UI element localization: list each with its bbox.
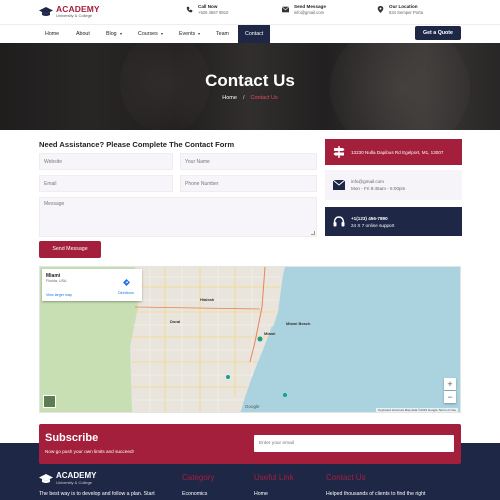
map-label-hialeah: Hialeah: [200, 297, 215, 302]
graduation-cap-icon: [39, 7, 53, 16]
nav-blog-label: Blog: [106, 31, 117, 37]
location-info: Our Location 634 Semper Porta: [377, 4, 423, 16]
directions-label: Directions: [118, 291, 134, 295]
message-textarea[interactable]: Message: [39, 197, 317, 237]
get-quote-button[interactable]: Get a Quote: [415, 26, 461, 40]
nav-events[interactable]: Events: [179, 25, 201, 44]
directions-button[interactable]: Directions: [116, 273, 136, 295]
breadcrumb: Home / Contact Us: [0, 95, 500, 101]
footer-category-item[interactable]: Economics: [182, 491, 207, 497]
address-card: 13230 Nulla Dapibus Rd Egelport, M1, 130…: [325, 139, 462, 165]
map-layer-toggle[interactable]: [43, 395, 56, 408]
chevron-down-icon: [119, 32, 122, 35]
page-title: Contact Us: [205, 71, 295, 90]
nav-about-label: About: [76, 31, 90, 37]
nav-about[interactable]: About: [76, 25, 90, 44]
footer-links-heading: Useful Link: [254, 473, 294, 482]
phone-icon: [186, 6, 193, 13]
location-icon: [377, 6, 384, 13]
send-message-button[interactable]: Send Message: [39, 241, 101, 258]
website-input[interactable]: Website: [39, 153, 173, 170]
call-value: +526 4567 8910: [198, 10, 229, 15]
call-info: Call Now +526 4567 8910: [186, 4, 228, 16]
brand-logo[interactable]: ACADEMY University & College: [39, 5, 100, 19]
address-text: 13230 Nulla Dapibus Rd Egelport, M1, 130…: [351, 149, 444, 155]
breadcrumb-current: Contact Us: [250, 95, 278, 101]
nav-blog[interactable]: Blog: [106, 25, 122, 44]
nav-team-label: Team: [216, 31, 229, 37]
map-label-miami: Miami: [264, 331, 276, 336]
map-label-miami-beach: Miami Beach: [286, 321, 311, 326]
map-info-card: Miami Florida, USA View larger map Direc…: [42, 269, 142, 301]
map-label-doral: Doral: [170, 319, 181, 324]
phone-card-support: 24 X 7 online support: [351, 222, 395, 228]
subscribe-title: Subscribe: [45, 432, 99, 444]
zoom-in-button[interactable]: +: [444, 378, 456, 390]
chevron-down-icon: [160, 32, 163, 35]
nav-home-label: Home: [45, 31, 60, 37]
footer-brand[interactable]: ACADEMY University & College: [39, 472, 96, 486]
location-value: 634 Semper Porta: [389, 10, 423, 15]
form-heading: Need Assistance? Please Complete The Con…: [39, 140, 235, 149]
google-logo: Google: [245, 404, 260, 409]
headset-icon: [333, 215, 345, 226]
phone-card-number: +1(123) 456-7890: [351, 215, 388, 221]
email-card-address: info@gmail.com: [351, 179, 385, 184]
nav-contact[interactable]: Contact: [238, 25, 271, 44]
subscribe-text: Now go push your own limits and succeed!: [45, 449, 134, 454]
nav-events-label: Events: [179, 31, 196, 37]
nav-contact-label: Contact: [245, 31, 264, 37]
map-place-region: Florida, USA: [46, 279, 67, 283]
page-hero: Contact Us Home / Contact Us: [0, 43, 500, 130]
nav-courses[interactable]: Courses: [138, 25, 163, 44]
footer-about-text: The best way is to develop and follow a …: [39, 491, 155, 497]
footer-link-item[interactable]: Home: [254, 491, 268, 497]
footer-contact-heading: Contact Us: [326, 473, 366, 482]
message-value: info@gmail.com: [294, 10, 325, 15]
breadcrumb-separator: /: [242, 95, 245, 101]
graduation-cap-icon: [39, 474, 53, 483]
footer-contact-text: Helped thousands of clients to find the …: [326, 491, 426, 497]
phone-input[interactable]: Phone Number: [180, 175, 317, 192]
phone-card: +1(123) 456-7890 24 X 7 online support: [325, 207, 462, 236]
breadcrumb-home[interactable]: Home: [222, 95, 237, 101]
message-placeholder: Message: [44, 201, 65, 207]
subscribe-email-input[interactable]: Enter your email: [254, 435, 454, 452]
map-attribution[interactable]: Keyboard shortcuts Map data ©2023 Google…: [376, 408, 458, 412]
top-bar: ACADEMY University & College Call Now +5…: [0, 0, 500, 24]
nav-home[interactable]: Home: [45, 25, 59, 44]
nav-courses-label: Courses: [138, 31, 158, 37]
email-card-hours: Mon - Fri 8:45am - 5:00pm: [351, 186, 406, 191]
subscribe-banner: Subscribe Now go push your own limits an…: [39, 424, 461, 464]
zoom-out-button[interactable]: −: [444, 391, 456, 403]
footer-category-heading: Category: [182, 473, 215, 482]
chevron-down-icon: [198, 32, 201, 35]
nav-team[interactable]: Team: [216, 25, 229, 44]
location-map[interactable]: Hialeah Miami Miami Beach Doral Miami Fl…: [39, 266, 461, 413]
resize-handle-icon[interactable]: [311, 231, 315, 235]
email-card: info@gmail.com Mon - Fri 8:45am - 5:00pm: [325, 170, 462, 200]
email-input[interactable]: Email: [39, 175, 173, 192]
view-larger-map-link[interactable]: View larger map: [46, 293, 72, 297]
directions-icon: [122, 279, 130, 286]
footer-brand-tagline: University & College: [56, 480, 93, 485]
footer-brand-name: ACADEMY: [56, 471, 97, 480]
signpost-icon: [333, 146, 345, 158]
name-input[interactable]: Your Name: [180, 153, 317, 170]
message-info: Send Message info@gmail.com: [282, 4, 326, 16]
mail-icon: [282, 6, 289, 13]
envelope-icon: [333, 179, 345, 190]
brand-name: ACADEMY: [56, 4, 100, 14]
